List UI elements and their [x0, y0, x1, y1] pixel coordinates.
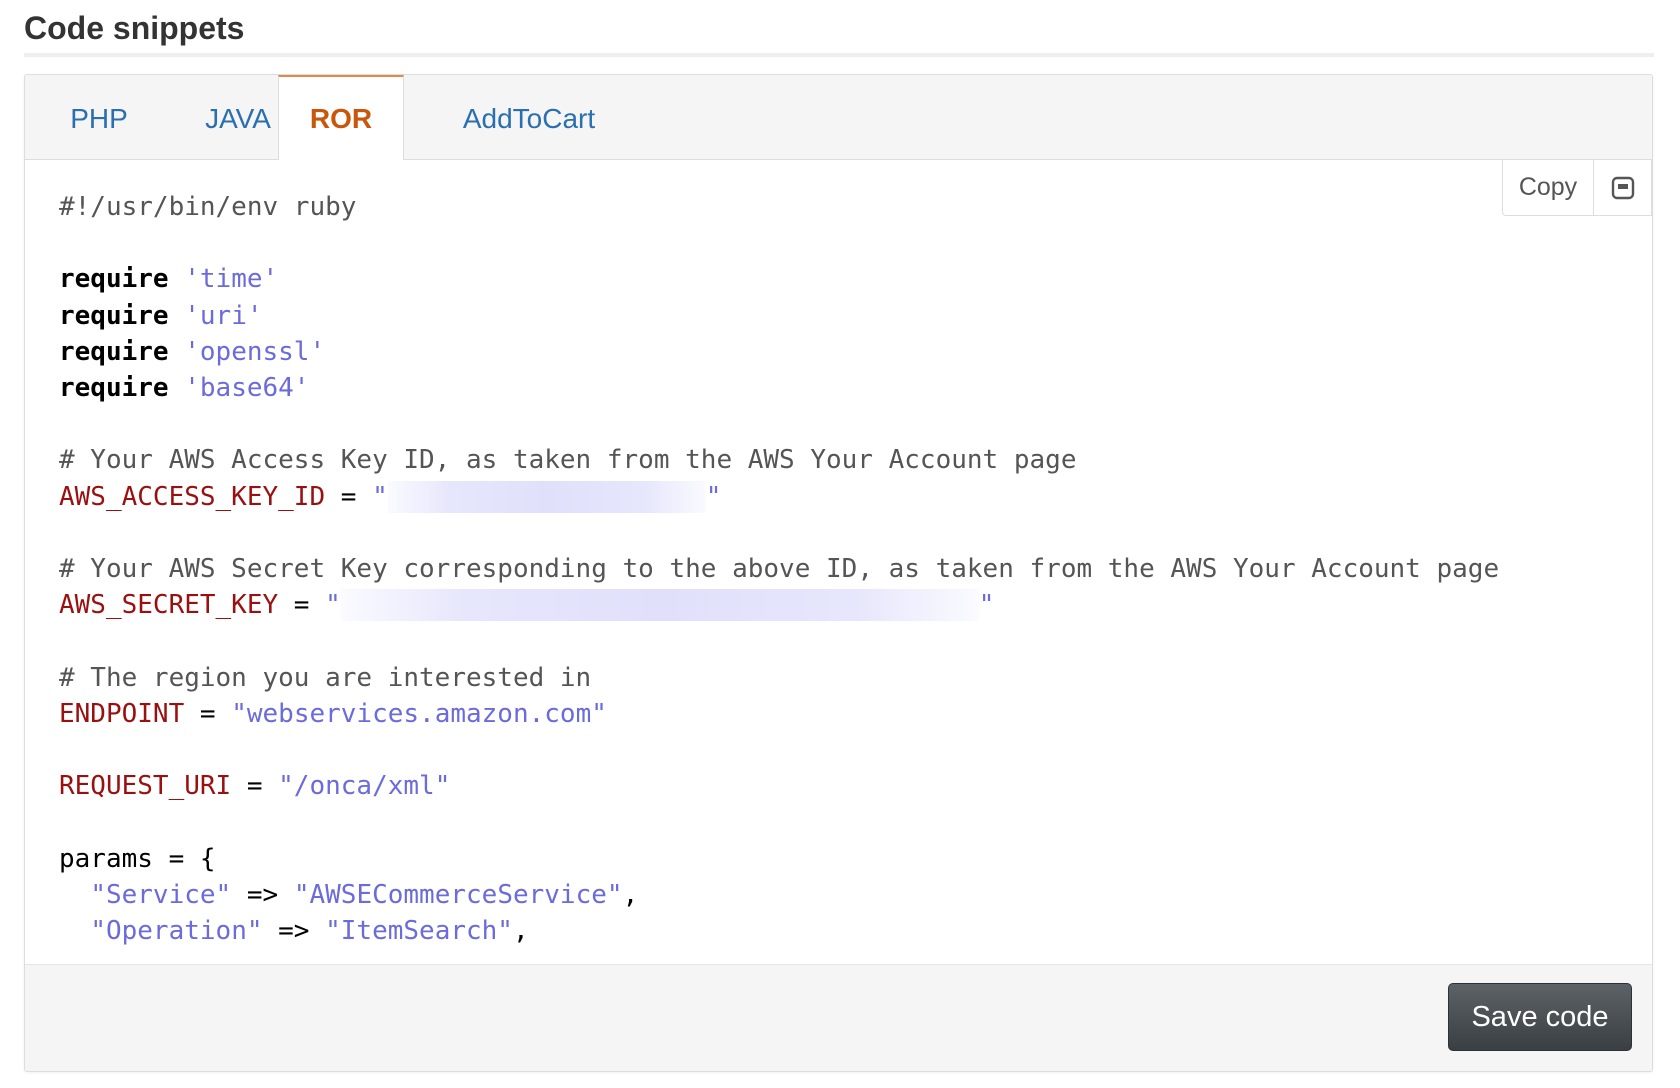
assign-operator: = [325, 481, 373, 512]
secret-key-constant: AWS_SECRET_KEY [59, 590, 279, 621]
comment-access-key: # Your AWS Access Key ID, as taken from … [59, 445, 1077, 476]
redacted-access-key [387, 480, 706, 513]
require-value: 'base64' [184, 373, 310, 404]
comment-secret-key: # Your AWS Secret Key corresponding to t… [59, 554, 1500, 585]
code-editor[interactable]: #!/usr/bin/env ruby require 'time' requi… [25, 160, 1652, 964]
code-snippets-page: Code snippets PHP JAVA ROR AddToCart HTM… [0, 0, 1680, 1088]
comma: , [622, 879, 639, 910]
assign-operator: = [231, 771, 279, 802]
param-key: "Operation" [90, 916, 263, 947]
expand-icon [1611, 176, 1634, 199]
require-keyword: require [59, 264, 169, 295]
param-value: "AWSECommerceService" [293, 879, 623, 910]
require-value: 'time' [184, 264, 279, 295]
open-quote: " [325, 590, 341, 621]
request-uri-constant: REQUEST_URI [59, 771, 232, 802]
assign-operator: = [278, 590, 326, 621]
require-value: 'openssl' [184, 336, 326, 367]
hash-arrow: => [231, 879, 294, 910]
save-code-button[interactable]: Save code [1448, 983, 1632, 1051]
tab-addtocart-html[interactable]: AddToCart HTML [404, 75, 654, 222]
copy-button[interactable]: Copy [1502, 160, 1594, 216]
assign-operator: = [184, 698, 232, 729]
open-quote: " [372, 481, 388, 512]
endpoint-constant: ENDPOINT [59, 698, 185, 729]
snippet-panel: PHP JAVA ROR AddToCart HTML #!/usr/bin/e… [24, 74, 1653, 1072]
comma: , [512, 916, 529, 947]
code-block: #!/usr/bin/env ruby require 'time' requi… [59, 189, 1499, 949]
close-quote: " [705, 481, 722, 512]
require-keyword: require [59, 300, 169, 331]
param-key: "Service" [90, 879, 232, 910]
shebang-line: #!/usr/bin/env ruby [59, 192, 357, 222]
panel-footer: Save code [25, 964, 1652, 1071]
tab-php[interactable]: PHP [25, 75, 173, 160]
code-tools: Copy [1502, 160, 1652, 216]
endpoint-value: "webservices.amazon.com" [231, 698, 607, 729]
access-key-constant: AWS_ACCESS_KEY_ID [59, 481, 326, 512]
request-uri-value: "/onca/xml" [278, 771, 451, 802]
section-title: Code snippets [24, 10, 245, 46]
expand-button[interactable] [1594, 160, 1652, 216]
param-value: "ItemSearch" [325, 916, 513, 947]
params-open: params = { [59, 843, 216, 874]
tab-ror[interactable]: ROR [278, 75, 404, 161]
close-quote: " [978, 590, 995, 621]
comment-region: # The region you are interested in [59, 662, 592, 693]
hash-arrow: => [262, 916, 326, 947]
language-tabs: PHP JAVA ROR AddToCart HTML [25, 75, 1652, 222]
require-value: 'uri' [184, 300, 263, 331]
require-keyword: require [59, 336, 169, 367]
require-keyword: require [59, 373, 169, 404]
title-divider [24, 53, 1654, 57]
redacted-secret-key [340, 589, 979, 622]
